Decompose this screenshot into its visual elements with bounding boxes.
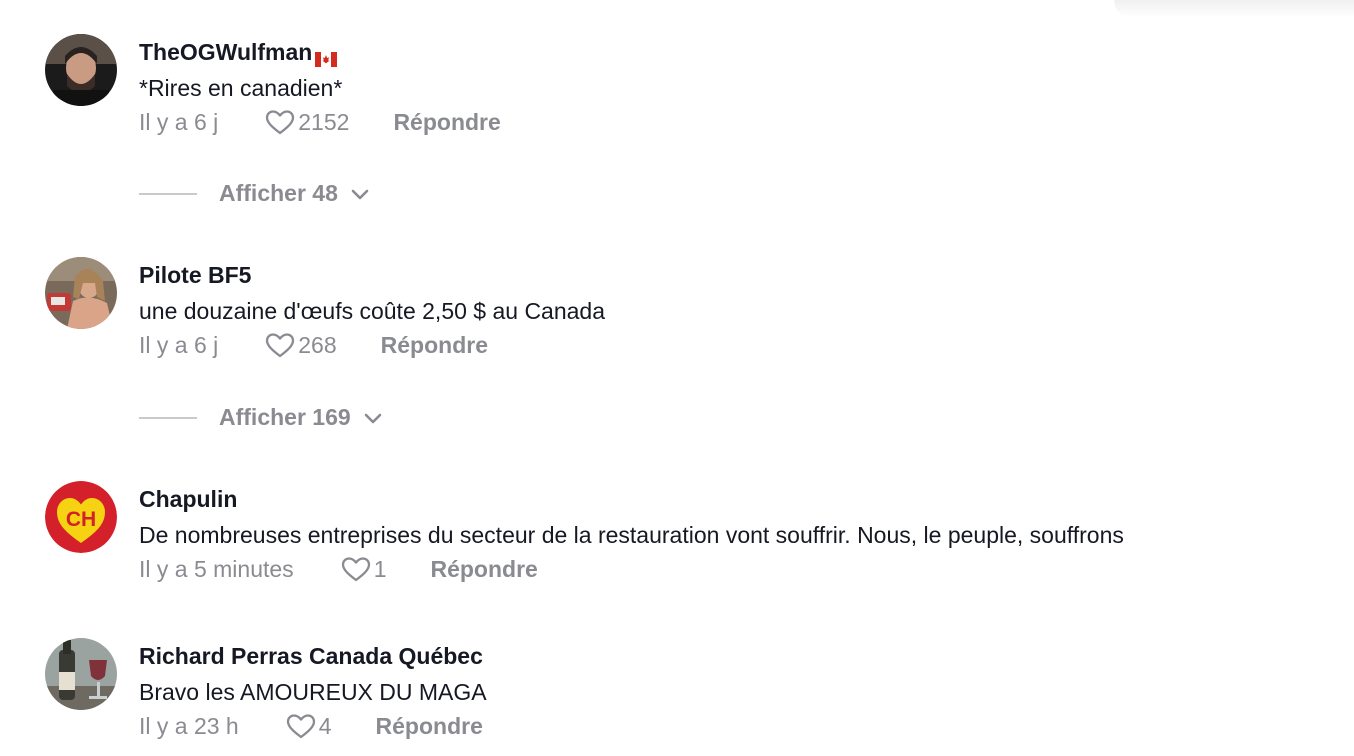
comment-text: De nombreuses entreprises du secteur de …: [139, 522, 1124, 548]
heart-icon: [286, 714, 315, 739]
like-button[interactable]: 4: [285, 712, 332, 740]
view-replies-button[interactable]: Afficher 48: [139, 180, 370, 207]
comment-time: Il y a 23 h: [139, 713, 239, 739]
like-button[interactable]: 268: [264, 331, 337, 359]
username[interactable]: Pilote BF5: [139, 261, 1334, 289]
comment-text: une douzaine d'œufs coûte 2,50 $ au Cana…: [139, 298, 606, 324]
like-count: 1: [373, 556, 387, 582]
view-replies-label: Afficher 169: [219, 404, 351, 430]
divider-line: [139, 192, 197, 195]
comment-time: Il y a 5 minutes: [139, 556, 294, 582]
avatar[interactable]: [45, 34, 117, 106]
avatar[interactable]: [45, 257, 117, 329]
heart-icon: [266, 110, 295, 135]
like-count: 268: [298, 332, 337, 358]
comment-meta: Il y a 6 j 268 Répondre: [139, 331, 1334, 359]
avatar-logo-text: CH: [66, 508, 96, 531]
username[interactable]: Chapulin: [139, 485, 1334, 513]
avatar[interactable]: CH: [45, 481, 117, 553]
view-replies-button[interactable]: Afficher 169: [139, 404, 383, 431]
like-count: 2152: [298, 109, 350, 135]
canada-flag-icon: [315, 45, 338, 67]
comment-text: *Rires en canadien*: [139, 75, 343, 101]
comment-meta: Il y a 23 h 4 Répondre: [139, 712, 1334, 740]
username[interactable]: Richard Perras Canada Québec: [139, 642, 1334, 670]
chevron-down-icon: [364, 413, 381, 423]
chevron-down-icon: [351, 189, 369, 199]
divider-line: [139, 416, 197, 419]
reply-button[interactable]: Répondre: [430, 555, 537, 583]
reply-button[interactable]: Répondre: [393, 108, 500, 136]
reply-button[interactable]: Répondre: [381, 331, 488, 359]
username[interactable]: TheOGWulfman: [139, 38, 1334, 67]
comment-time: Il y a 6 j: [139, 109, 219, 135]
heart-icon: [266, 333, 295, 358]
comment-meta: Il y a 5 minutes 1 Répondre: [139, 555, 1334, 583]
avatar[interactable]: [45, 638, 117, 710]
like-count: 4: [318, 713, 332, 739]
comment-text: Bravo les AMOUREUX DU MAGA: [139, 679, 487, 705]
comment-time: Il y a 6 j: [139, 332, 219, 358]
reply-button[interactable]: Répondre: [376, 712, 483, 740]
top-panel-shadow: [1114, 0, 1354, 18]
heart-icon: [341, 557, 370, 582]
view-replies-label: Afficher 48: [219, 180, 338, 206]
comment-meta: Il y a 6 j 2152 Répondre: [139, 108, 1334, 136]
like-button[interactable]: 1: [340, 555, 387, 583]
like-button[interactable]: 2152: [264, 108, 349, 136]
